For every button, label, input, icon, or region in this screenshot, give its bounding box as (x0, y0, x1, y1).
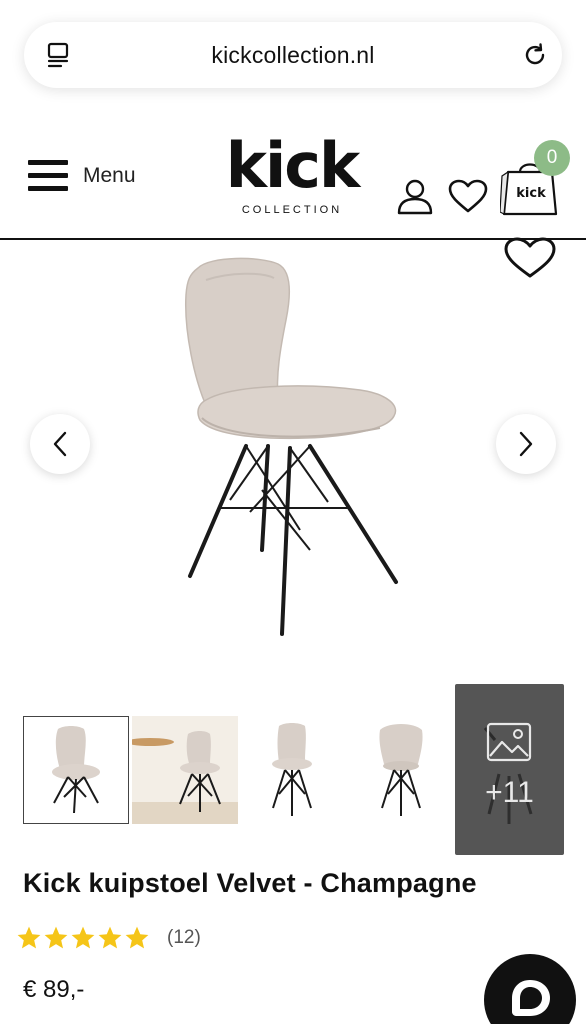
star-icon (125, 926, 149, 949)
more-images-button[interactable]: +11 (455, 684, 564, 855)
reader-view-icon[interactable] (46, 42, 72, 68)
thumbnail-background-image (483, 727, 533, 824)
chat-bubble-icon (512, 980, 550, 1016)
reload-icon[interactable] (522, 42, 548, 68)
product-main-image[interactable] (150, 250, 440, 650)
thumbnail-lifestyle-view[interactable] (132, 716, 238, 824)
thumbnail-image (52, 726, 100, 814)
thumbnail-strip: +11 (0, 684, 586, 856)
cart-button[interactable]: kick 0 (498, 140, 572, 220)
chat-button[interactable] (484, 954, 576, 1024)
logo-subtitle: COLLECTION (241, 204, 343, 216)
thumbnail-front-view-small[interactable] (239, 716, 345, 824)
thumbnail-front-view[interactable] (23, 716, 129, 824)
menu-label[interactable]: Menu (83, 164, 136, 188)
review-count[interactable]: (12) (167, 927, 201, 949)
star-icon (44, 926, 68, 949)
gallery-next-button[interactable] (496, 414, 556, 474)
product-price: € 89,- (23, 976, 85, 1003)
browser-chrome: kickcollection.nl (0, 0, 586, 120)
wishlist-heart-icon[interactable] (447, 178, 489, 214)
star-icon (71, 926, 95, 949)
hamburger-icon[interactable] (28, 160, 68, 192)
product-title: Kick kuipstoel Velvet - Champagne (23, 868, 477, 898)
site-logo[interactable]: kick COLLECTION (222, 134, 362, 220)
menu-button[interactable]: Menu (28, 156, 136, 196)
thumbnail-image (379, 724, 423, 816)
bag-label: kick (516, 186, 546, 201)
url-text[interactable]: kickcollection.nl (24, 42, 562, 69)
thumbnail-image (132, 716, 238, 824)
rating-stars (16, 925, 151, 951)
chevron-left-icon (53, 431, 67, 457)
site-header: Menu kick COLLECTION kick 0 (0, 120, 586, 240)
address-bar[interactable]: kickcollection.nl (24, 22, 562, 88)
star-icon (17, 926, 41, 949)
cart-count-badge: 0 (534, 140, 570, 176)
gallery-prev-button[interactable] (30, 414, 90, 474)
thumbnail-image (272, 723, 312, 816)
thumbnail-back-view[interactable] (348, 716, 454, 824)
more-images-count[interactable]: +11 (455, 776, 564, 810)
chevron-right-icon (519, 431, 533, 457)
image-gallery-icon (486, 722, 532, 762)
account-icon[interactable] (396, 178, 434, 216)
add-to-wishlist-icon[interactable] (502, 236, 558, 280)
logo-wordmark: kick (225, 129, 360, 202)
star-icon (98, 926, 122, 949)
product-rating[interactable]: (12) (16, 922, 201, 954)
